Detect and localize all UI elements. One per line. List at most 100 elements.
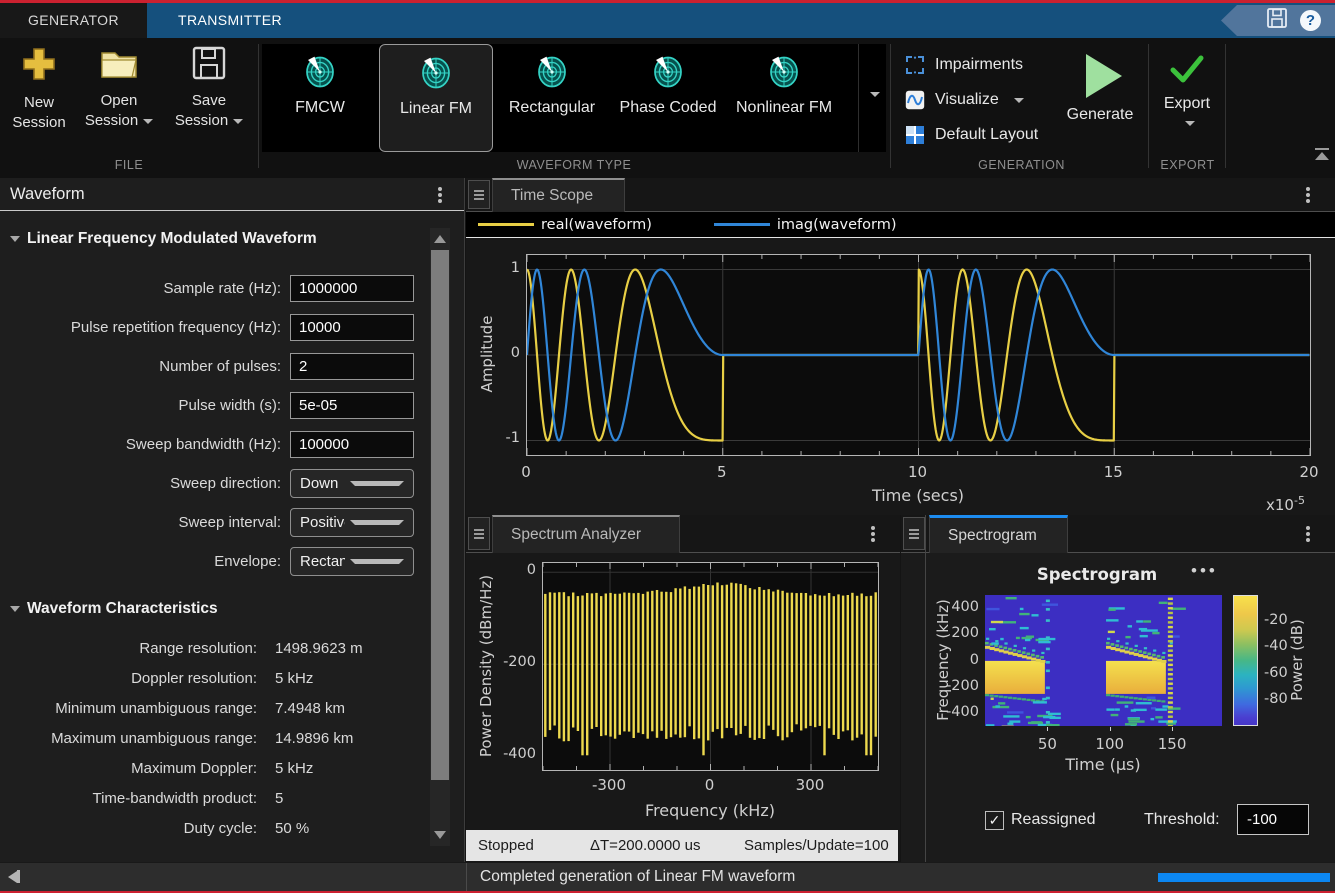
- impairments-button[interactable]: Impairments: [905, 53, 1023, 77]
- x-tick-label: 20: [1289, 463, 1329, 481]
- collapse-ribbon-icon[interactable]: [1314, 148, 1330, 160]
- collapse-panel-icon[interactable]: [8, 870, 20, 883]
- scroll-up-icon[interactable]: [434, 235, 446, 243]
- scrollbar-thumb[interactable]: [431, 250, 449, 780]
- x-tick-mark: [1110, 727, 1111, 731]
- characteristics-rows: Range resolution:1498.9623 mDoppler reso…: [0, 633, 430, 843]
- spectrum-ylabel: Power Density (dBm/Hz): [477, 575, 495, 757]
- waveform-type-rectangular[interactable]: Rectangular: [495, 44, 609, 152]
- collapse-section-icon: [10, 236, 20, 242]
- vertical-scrollbar[interactable]: [430, 228, 450, 846]
- characteristic-label: Maximum unambiguous range:: [0, 730, 266, 747]
- y-tick-label: 400: [935, 599, 979, 615]
- time-scope-options-icon[interactable]: [1306, 187, 1310, 191]
- gallery-dropdown-icon[interactable]: [870, 92, 880, 97]
- field-label: Number of pulses:: [0, 358, 290, 375]
- save-icon[interactable]: [1266, 7, 1288, 34]
- waveform-type-nonlinear-fm[interactable]: Nonlinear FM: [727, 44, 841, 152]
- spectrum-analyzer-panel: Spectrum Analyzer Power Density (dBm/Hz)…: [466, 515, 900, 862]
- waveform-type-linear-fm[interactable]: Linear FM: [379, 44, 493, 152]
- characteristic-row: Range resolution:1498.9623 m: [0, 633, 430, 663]
- default-layout-button[interactable]: Default Layout: [905, 123, 1038, 147]
- spectrogram-menu-icon[interactable]: •••: [1191, 561, 1218, 581]
- field-input[interactable]: [290, 353, 414, 380]
- visualize-button[interactable]: Visualize: [905, 88, 1024, 112]
- spectrogram-colorbar: [1233, 595, 1258, 726]
- field-input[interactable]: [290, 314, 414, 341]
- new-session-button[interactable]: NewSession: [6, 44, 72, 133]
- grip-icon: [909, 533, 919, 535]
- characteristic-label: Range resolution:: [0, 640, 266, 657]
- scroll-down-icon[interactable]: [434, 831, 446, 839]
- characteristics-section-header[interactable]: Waveform Characteristics: [10, 600, 218, 618]
- spectrum-analyzer-tab[interactable]: Spectrum Analyzer: [492, 515, 680, 553]
- legend-line-swatch: [478, 223, 534, 226]
- form-row: Sample rate (Hz):: [0, 269, 430, 308]
- panel-drag-handle[interactable]: [468, 180, 490, 209]
- characteristic-row: Time-bandwidth product:5: [0, 783, 430, 813]
- panel-drag-handle[interactable]: [903, 517, 925, 550]
- generation-section-label: GENERATION: [895, 158, 1148, 176]
- y-tick-label: -400: [496, 746, 536, 762]
- panel-options-icon[interactable]: [438, 187, 442, 191]
- dropdown-icon: [350, 559, 405, 564]
- button-label: OpenSession: [85, 91, 153, 131]
- radar-icon: [305, 54, 335, 93]
- characteristic-value: 14.9896 km: [266, 730, 430, 747]
- field-label: Pulse width (s):: [0, 397, 290, 414]
- grip-icon: [474, 533, 484, 535]
- colorbar-tick-label: -20: [1264, 612, 1298, 628]
- dropdown-value: Positive: [300, 514, 345, 531]
- field-dropdown[interactable]: Rectan...: [290, 547, 414, 576]
- field-dropdown[interactable]: Down: [290, 469, 414, 498]
- spectrogram-xlabel: Time (µs): [1065, 755, 1140, 774]
- help-icon[interactable]: ?: [1300, 10, 1321, 31]
- characteristic-row: Maximum Doppler:5 kHz: [0, 753, 430, 783]
- field-input[interactable]: [290, 431, 414, 458]
- field-input[interactable]: [290, 275, 414, 302]
- legend-item-real[interactable]: real(waveform): [478, 217, 652, 233]
- legend-item-imag[interactable]: imag(waveform): [714, 217, 897, 233]
- characteristic-label: Duty cycle:: [0, 820, 266, 837]
- characteristic-row: Maximum unambiguous range:14.9896 km: [0, 723, 430, 753]
- spectrum-samples-per-update: Samples/Update=100: [744, 837, 889, 854]
- field-label: Pulse repetition frequency (Hz):: [0, 319, 290, 336]
- panel-drag-handle[interactable]: [468, 517, 490, 550]
- reassigned-checkbox[interactable]: ✓: [985, 811, 1004, 830]
- form-row: Sweep bandwidth (Hz):: [0, 425, 430, 464]
- time-scope-tab[interactable]: Time Scope: [492, 178, 625, 212]
- plus-icon: [19, 44, 59, 89]
- spectrum-analyzer-tabrow: Spectrum Analyzer: [466, 515, 900, 553]
- spectrogram-options-icon[interactable]: [1306, 526, 1310, 530]
- field-dropdown[interactable]: Positive: [290, 508, 414, 537]
- waveform-type-phase-coded[interactable]: Phase Coded: [611, 44, 725, 152]
- app-window: GENERATOR TRANSMITTER ? NewSession OpenSe…: [0, 0, 1335, 893]
- characteristics-section-title: Waveform Characteristics: [27, 600, 218, 618]
- field-input[interactable]: [290, 392, 414, 419]
- tab-transmitter[interactable]: TRANSMITTER: [147, 3, 313, 38]
- spectrogram-panel: Spectrogram Spectrogram ••• Frequency (k…: [901, 515, 1335, 862]
- spectrum-analyzer-options-icon[interactable]: [871, 526, 875, 530]
- save-session-button[interactable]: SaveSession: [166, 44, 252, 131]
- tab-generator[interactable]: GENERATOR: [0, 3, 147, 38]
- characteristic-value: 7.4948 km: [266, 700, 430, 717]
- time-scope-plot: [526, 254, 1311, 456]
- layout-icon: [905, 125, 925, 145]
- characteristic-row: Minimum unambiguous range:7.4948 km: [0, 693, 430, 723]
- x-tick-label: 0: [685, 776, 735, 794]
- waveform-type-fmcw[interactable]: FMCW: [263, 44, 377, 152]
- spectrum-xlabel: Frequency (kHz): [645, 801, 775, 820]
- waveform-type-section-label: WAVEFORM TYPE: [262, 158, 886, 176]
- check-icon: [1169, 54, 1205, 89]
- open-session-button[interactable]: OpenSession: [80, 44, 158, 131]
- y-tick-label: -1: [484, 430, 520, 446]
- x-tick-label: 50: [1027, 735, 1067, 753]
- lfm-section-header[interactable]: Linear Frequency Modulated Waveform: [10, 230, 317, 248]
- generate-button[interactable]: Generate: [1052, 44, 1148, 154]
- gallery-item-label: Phase Coded: [614, 98, 722, 118]
- x-tick-label: 10: [898, 463, 938, 481]
- export-button[interactable]: Export: [1150, 44, 1224, 160]
- waveform-panel-header: Waveform: [0, 178, 464, 211]
- threshold-input[interactable]: [1237, 804, 1309, 835]
- spectrogram-tab[interactable]: Spectrogram: [929, 515, 1068, 553]
